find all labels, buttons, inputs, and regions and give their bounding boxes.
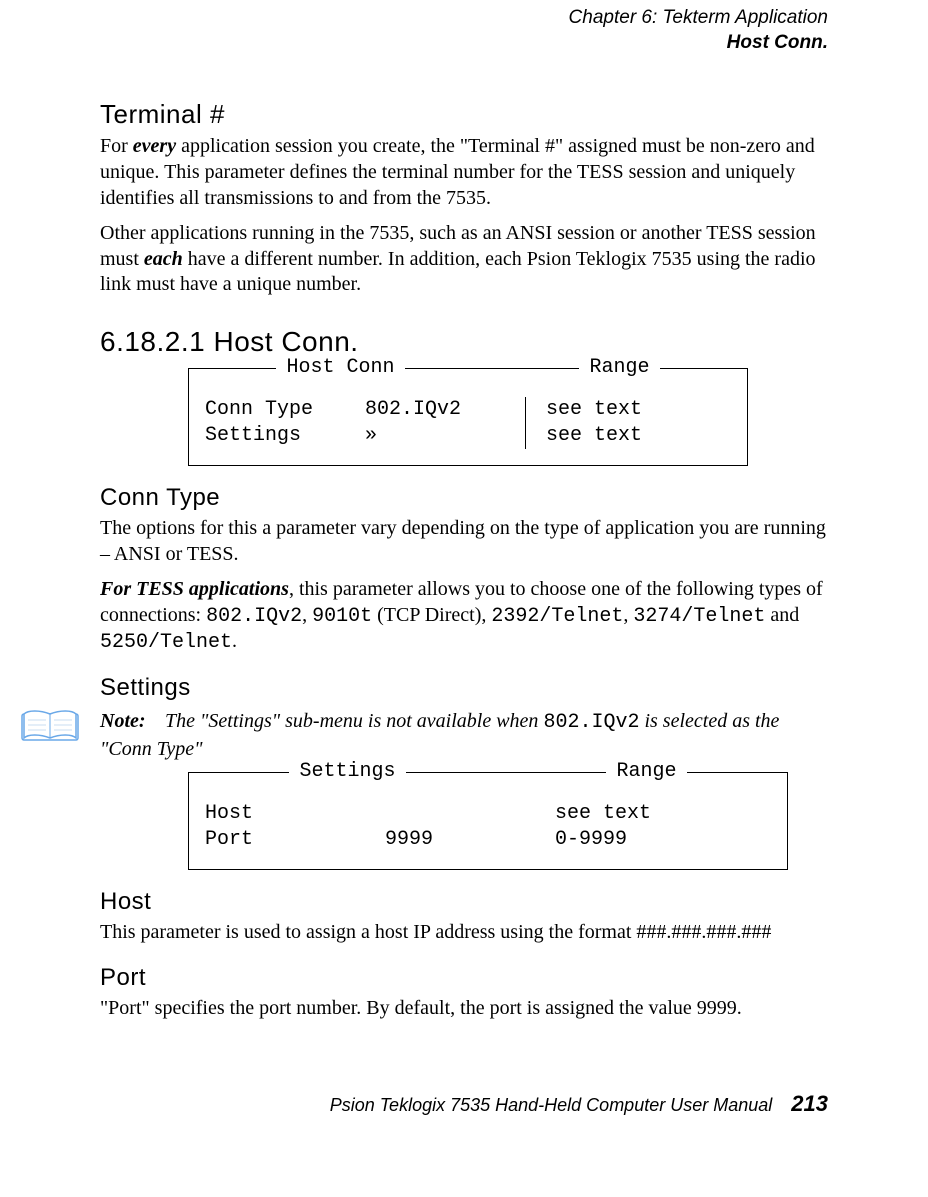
conn-type-paragraph-1: The options for this a parameter vary de… [100,516,828,567]
heading-settings: Settings [100,674,828,702]
terminal-paragraph-1: For every application session you create… [100,134,828,211]
heading-conn-type: Conn Type [100,484,828,512]
menu-row: Port 9999 0-9999 [205,827,771,853]
host-paragraph: This parameter is used to assign a host … [100,920,828,946]
page-header: Chapter 6: Tekterm Application Host Conn… [100,0,828,55]
legend-right: Range [606,759,686,785]
menu-legend: Settings Range [189,759,787,785]
header-chapter: Chapter 6: Tekterm Application [100,6,828,31]
menu-row: Host see text [205,801,771,827]
book-icon [20,708,80,746]
page-footer: Psion Teklogix 7535 Hand-Held Computer U… [100,1091,828,1117]
page-number: 213 [791,1091,828,1116]
terminal-paragraph-2: Other applications running in the 7535, … [100,221,828,298]
conn-type-paragraph-2: For TESS applications, this parameter al… [100,577,828,656]
port-paragraph: "Port" specifies the port number. By def… [100,996,828,1022]
menu-row: Settings » see text [205,423,731,449]
legend-right: Range [579,355,659,381]
menu-legend: Host Conn Range [189,355,747,381]
host-conn-menu: Host Conn Range Conn Type 802.IQv2 see t… [188,368,748,466]
heading-port: Port [100,964,828,992]
menu-box: Settings Range Host see text Port 9999 0… [188,772,788,870]
document-page: Chapter 6: Tekterm Application Host Conn… [0,0,928,1157]
menu-box: Host Conn Range Conn Type 802.IQv2 see t… [188,368,748,466]
legend-left: Host Conn [276,355,404,381]
heading-host-conn: 6.18.2.1 Host Conn. [100,326,828,358]
note-text: Note: The "Settings" sub-menu is not ava… [100,708,828,762]
note-label: Note: [100,708,160,734]
heading-host: Host [100,888,828,916]
note-row: Note: The "Settings" sub-menu is not ava… [20,708,828,762]
menu-row: Conn Type 802.IQv2 see text [205,397,731,423]
heading-terminal: Terminal # [100,99,828,130]
footer-title: Psion Teklogix 7535 Hand-Held Computer U… [330,1095,773,1115]
header-section: Host Conn. [100,31,828,56]
settings-menu: Settings Range Host see text Port 9999 0… [188,772,788,870]
legend-left: Settings [289,759,405,785]
